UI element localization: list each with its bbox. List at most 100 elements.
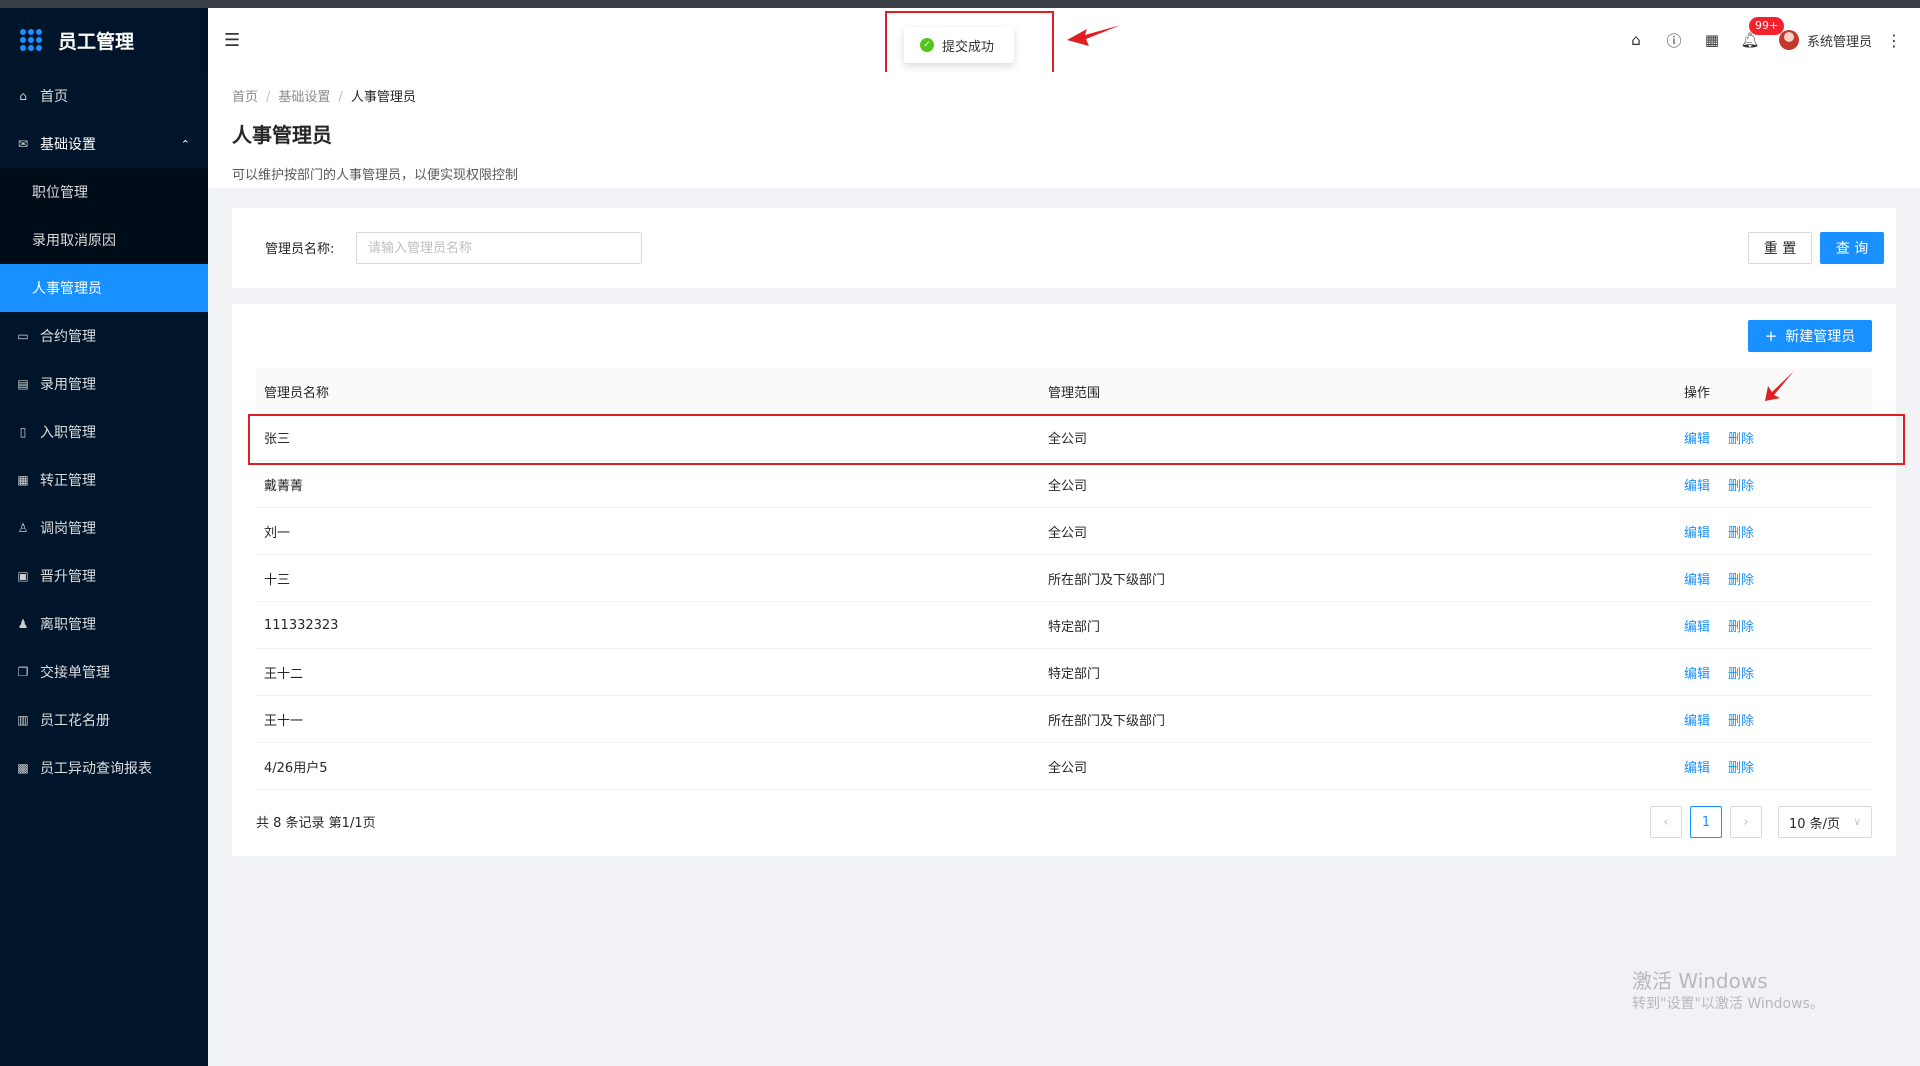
sidebar-item-promotion[interactable]: ▣ 晋升管理 [0,552,208,600]
cell-scope: 所在部门及下级部门 [1048,713,1166,729]
sidebar-item-change-report[interactable]: ▩ 员工异动查询报表 [0,744,208,792]
sidebar-item-roster[interactable]: ▥ 员工花名册 [0,696,208,744]
sidebar-item-home[interactable]: ⌂ 首页 [0,72,208,120]
app-logo[interactable]: 员工管理 [0,8,208,72]
annotation-arrow-actions [1765,371,1794,401]
sidebar-item-label: 首页 [40,89,68,105]
sidebar-item-transfer[interactable]: ♙ 调岗管理 [0,504,208,552]
delete-link[interactable]: 删除 [1728,714,1754,729]
more-vertical-icon[interactable]: ⋮ [1886,31,1902,50]
submenu-basic-settings: 职位管理 录用取消原因 人事管理员 [0,168,208,312]
sidebar-item-label: 员工异动查询报表 [40,761,152,777]
table-row: 戴菁菁 全公司 编辑 删除 [256,461,1872,508]
sidebar-item-position[interactable]: 职位管理 [0,168,208,216]
avatar[interactable] [1778,30,1799,50]
app-title: 员工管理 [58,30,135,53]
edit-link[interactable]: 编辑 [1684,526,1710,541]
plus-icon: + [1764,327,1778,345]
sidebar-item-label: 交接单管理 [40,665,110,681]
annotation-box-first-row [248,414,1905,465]
table-row: 十三 所在部门及下级部门 编辑 删除 [256,555,1872,602]
page-number-button[interactable]: 1 [1690,806,1722,838]
sidebar-item-hr-admin[interactable]: 人事管理员 [0,264,208,312]
sidebar-item-label: 转正管理 [40,473,96,489]
sidebar-item-resignation[interactable]: ♟ 离职管理 [0,600,208,648]
container-icon: ▣ [17,569,29,583]
calendar-icon: ▭ [17,329,29,343]
cell-scope: 所在部门及下级部门 [1048,572,1166,588]
prev-page-button[interactable]: ‹ [1650,806,1682,838]
sidebar-item-handover[interactable]: ❐ 交接单管理 [0,648,208,696]
sidebar-item-label: 离职管理 [40,617,96,633]
edit-link[interactable]: 编辑 [1684,620,1710,635]
breadcrumb-item-basic[interactable]: 基础设置 [278,90,330,105]
cell-name: 十三 [264,572,291,588]
chevron-up-icon: ⌃ [180,137,190,151]
cell-scope: 全公司 [1048,478,1088,494]
sidebar-item-label: 基础设置 [40,137,96,153]
user-icon: ♙ [17,521,29,535]
annotation-arrow-toast [1067,25,1121,46]
breadcrumb-item-home[interactable]: 首页 [232,90,258,105]
sidebar-item-label: 晋升管理 [40,569,96,585]
cell-name: 111332323 [264,617,339,633]
cell-name: 王十二 [264,666,304,682]
edit-link[interactable]: 编辑 [1684,667,1710,682]
delete-link[interactable]: 删除 [1728,761,1754,776]
page-size-select[interactable]: 10 条/页 ∨ [1778,806,1872,838]
sidebar-item-label: 员工花名册 [40,713,110,729]
menu-fold-icon[interactable]: ☰ [224,30,240,51]
new-admin-button[interactable]: + 新建管理员 [1748,320,1872,352]
delete-link[interactable]: 删除 [1728,479,1754,494]
sidebar-item-label: 入职管理 [40,425,96,441]
sidebar-item-onboarding[interactable]: ▯ 入职管理 [0,408,208,456]
sidebar-item-basic-settings[interactable]: ✉ 基础设置 ⌃ [0,120,208,168]
sidebar-item-label: 录用管理 [40,377,96,393]
home-icon: ⌂ [19,89,27,103]
new-admin-label: 新建管理员 [1785,329,1856,345]
copy-icon: ❐ [17,665,29,679]
pagination: ‹ 1 › 10 条/页 ∨ [1642,806,1872,838]
sidebar-item-label: 职位管理 [32,185,88,201]
edit-link[interactable]: 编辑 [1684,573,1710,588]
edit-link[interactable]: 编辑 [1684,714,1710,729]
mail-icon: ✉ [17,137,29,151]
cell-name: 王十一 [264,713,304,729]
header-actions: ⌂ ⓘ ▦ 🔔︎ 99+ 系统管理员 ⋮ [1617,8,1920,72]
delete-link[interactable]: 删除 [1728,620,1754,635]
admin-name-input[interactable] [356,232,642,264]
sidebar-item-hire[interactable]: ▤ 录用管理 [0,360,208,408]
next-page-button[interactable]: › [1730,806,1762,838]
edit-link[interactable]: 编辑 [1684,761,1710,776]
windows-activation-title: 激活 Windows [1632,969,1768,993]
username[interactable]: 系统管理员 [1807,31,1872,50]
windows-activation-hint: 转到"设置"以激活 Windows。 [1632,996,1824,1012]
sidebar-item-label: 录用取消原因 [32,233,116,249]
query-button[interactable]: 查 询 [1820,232,1884,264]
cell-name: 刘一 [264,525,291,541]
reset-button[interactable]: 重 置 [1748,232,1812,264]
question-icon[interactable]: ⓘ [1655,30,1693,51]
home-icon[interactable]: ⌂ [1617,31,1655,49]
cell-scope: 特定部门 [1048,666,1101,682]
book-icon: ▯ [19,425,27,439]
sidebar-item-cancel-reason[interactable]: 录用取消原因 [0,216,208,264]
page-size-value: 10 条/页 [1789,816,1841,832]
table-summary: 共 8 条记录 第1/1页 [256,816,376,831]
delete-link[interactable]: 删除 [1728,573,1754,588]
breadcrumb: 首页 / 基础设置 / 人事管理员 [232,90,416,105]
notification-badge: 99+ [1748,17,1785,35]
sidebar-item-contract[interactable]: ▭ 合约管理 [0,312,208,360]
appstore-icon: ▦ [17,473,29,487]
delete-link[interactable]: 删除 [1728,526,1754,541]
bell-icon[interactable]: 🔔︎ 99+ [1731,17,1785,49]
cell-name: 4/26用户5 [264,760,328,776]
sidebar: 员工管理 ⌂ 首页 ✉ 基础设置 ⌃ 职位管理 录用取消原因 人事管理员 ▭ 合… [0,8,208,1066]
user-delete-icon: ♟ [17,617,29,631]
chevron-down-icon: ∨ [1853,816,1861,828]
edit-link[interactable]: 编辑 [1684,479,1710,494]
delete-link[interactable]: 删除 [1728,667,1754,682]
appstore-icon[interactable]: ▦ [1693,31,1731,49]
sidebar-item-regularization[interactable]: ▦ 转正管理 [0,456,208,504]
cell-scope: 全公司 [1048,760,1088,776]
